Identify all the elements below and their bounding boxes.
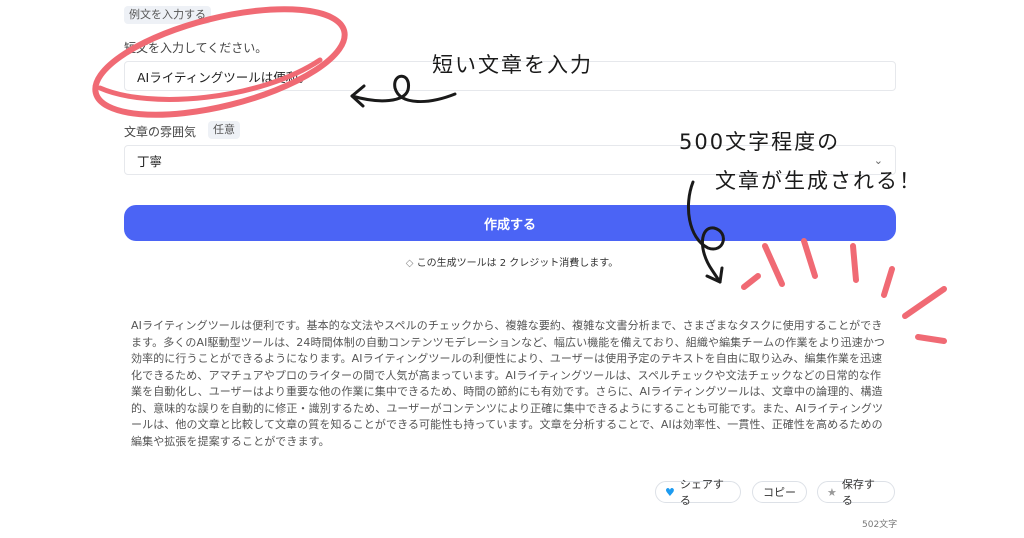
arrowhead-input bbox=[350, 84, 366, 108]
arrow-to-input bbox=[350, 74, 457, 104]
annotation-overlay bbox=[92, 6, 947, 344]
annotation-output-note-2: 文章が生成される！ bbox=[715, 169, 922, 193]
arrow-to-output bbox=[686, 180, 725, 284]
highlight-circle-stroke bbox=[97, 57, 323, 102]
annotation-input-note: 短い文章を入力 bbox=[432, 53, 593, 77]
annotation-output-note-1: 500文字程度の bbox=[679, 130, 841, 154]
burst-lines bbox=[741, 238, 947, 344]
highlight-circle bbox=[92, 6, 348, 118]
